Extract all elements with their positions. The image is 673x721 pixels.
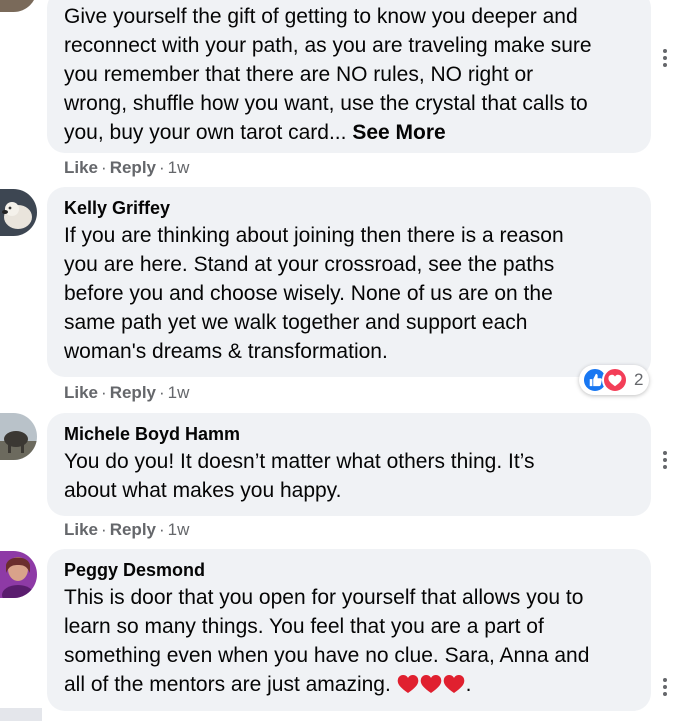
author-name[interactable]: Peggy Desmond: [64, 559, 635, 581]
comment-text: If you are thinking about joining then t…: [64, 224, 564, 363]
love-reaction-icon: [602, 367, 628, 393]
reply-link[interactable]: Reply: [110, 158, 156, 177]
timestamp[interactable]: 1w: [168, 158, 190, 177]
comment-bubble: Michele Boyd Hamm You do you! It doesn’t…: [47, 413, 651, 516]
avatar[interactable]: [0, 189, 37, 236]
comment-actions: Like · Reply · 1w: [64, 158, 190, 177]
heart-emoji-icon: [397, 673, 419, 702]
heart-emoji-icon: [420, 673, 442, 702]
author-name[interactable]: Kelly Griffey: [64, 197, 635, 219]
comment-text: Give yourself the gift of getting to kno…: [64, 5, 592, 144]
avatar-photo: [0, 413, 37, 460]
comment-bubble: Give yourself the gift of getting to kno…: [47, 0, 651, 153]
reply-link[interactable]: Reply: [110, 383, 156, 402]
see-more-link[interactable]: See More: [352, 121, 445, 144]
heart-emoji-icon: [443, 673, 465, 702]
more-options-icon[interactable]: [662, 677, 668, 701]
more-options-icon[interactable]: [662, 450, 668, 474]
reaction-count: 2: [634, 370, 644, 389]
avatar[interactable]: [0, 551, 37, 598]
like-link[interactable]: Like: [64, 383, 98, 402]
comment-text: This is door that you open for yourself …: [64, 583, 635, 702]
more-options-icon[interactable]: [662, 48, 668, 72]
reply-link[interactable]: Reply: [110, 520, 156, 539]
reaction-summary[interactable]: 2: [579, 365, 649, 395]
author-name[interactable]: Michele Boyd Hamm: [64, 423, 635, 445]
comment-actions: Like · Reply · 1w: [64, 520, 190, 539]
comment-bubble: Peggy Desmond This is door that you open…: [47, 549, 651, 711]
comment-bubble: Kelly Griffey If you are thinking about …: [47, 187, 651, 377]
like-link[interactable]: Like: [64, 520, 98, 539]
next-avatar-edge: [0, 708, 42, 721]
avatar[interactable]: [0, 413, 37, 460]
avatar-photo: [0, 551, 37, 598]
timestamp[interactable]: 1w: [168, 520, 190, 539]
comment-actions: Like · Reply · 1w: [64, 383, 190, 402]
avatar[interactable]: [0, 0, 37, 12]
timestamp[interactable]: 1w: [168, 383, 190, 402]
comment-text: You do you! It doesn’t matter what other…: [64, 450, 535, 502]
like-link[interactable]: Like: [64, 158, 98, 177]
avatar-photo: [0, 189, 37, 236]
